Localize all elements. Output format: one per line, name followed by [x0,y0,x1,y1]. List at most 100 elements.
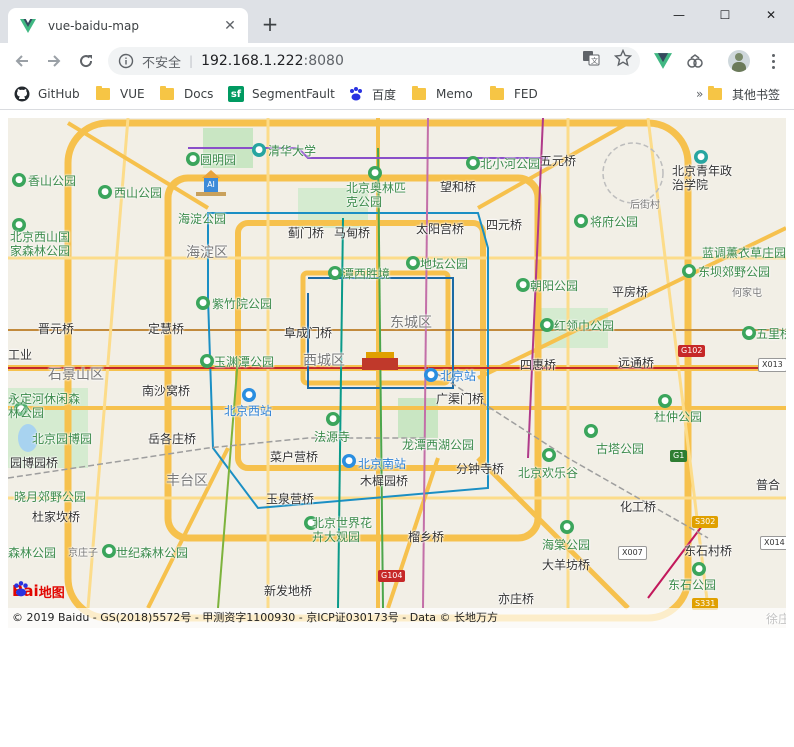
avatar[interactable] [728,50,750,72]
park-icon[interactable]: ● [12,173,26,187]
address-bar[interactable]: 不安全 | 192.168.1.222 :8080 [108,47,640,75]
place-label[interactable]: 东坝郊野公园 [698,263,770,280]
park-icon[interactable]: ● [516,278,530,292]
park-icon[interactable]: ● [328,266,342,280]
place-label[interactable]: 清华大学 [268,142,316,159]
place-label[interactable]: 五里桥 [756,325,786,342]
place-label[interactable]: 菜户营桥 [270,448,318,465]
place-label[interactable]: 北京南站 [358,455,406,472]
place-label[interactable]: 东石公园 [668,576,716,593]
place-label[interactable]: 北京站 [440,367,476,384]
place-label[interactable]: 岳各庄桥 [148,430,196,447]
place-label[interactable]: 北小河公园 [480,155,540,172]
park-icon[interactable]: ● [466,156,480,170]
tab-close-button[interactable]: ✕ [220,16,240,36]
place-label[interactable]: 法源寺 [314,428,350,445]
menu-button[interactable] [768,52,778,70]
extension-icon[interactable] [686,52,704,70]
park-icon[interactable]: ● [574,214,588,228]
park-icon[interactable]: ● [540,318,554,332]
summer-palace-icon[interactable]: AI [196,170,226,198]
train-station-icon[interactable]: ● [242,388,256,402]
place-label[interactable]: 晋元桥 [38,320,74,337]
back-button[interactable] [10,49,34,73]
bookmark-baidu[interactable]: 百度 [348,84,396,104]
place-label[interactable]: 世纪森林公园 [116,544,188,561]
place-label[interactable]: 五元桥 [540,152,576,169]
window-close-button[interactable]: ✕ [748,0,794,30]
reload-button[interactable] [74,49,98,73]
train-station-icon[interactable]: ● [342,454,356,468]
minimize-button[interactable]: — [656,0,702,30]
place-label[interactable]: 南沙窝桥 [142,382,190,399]
place-label[interactable]: 北京奥林匹克公园 [346,181,416,209]
place-label[interactable]: 红领巾公园 [554,317,614,334]
place-label[interactable]: 北京园博园 [32,430,92,447]
place-label[interactable]: 分钟寺桥 [456,460,504,477]
park-icon[interactable]: ● [542,448,556,462]
place-label[interactable]: 工业 [8,346,32,363]
park-icon[interactable]: ● [368,166,382,180]
place-label[interactable]: 远通桥 [618,354,654,371]
place-label[interactable]: 海棠公园 [542,536,590,553]
info-icon[interactable] [118,53,134,69]
bookmark-fed[interactable]: FED [490,84,538,104]
place-label[interactable]: 新发地桥 [264,582,312,599]
place-label[interactable]: 将府公园 [590,213,638,230]
baidu-map[interactable]: 海淀区 东城区 西城区 石景山区 丰台区 ● 清华大学 ● 圆明园 ● 香山公园… [8,118,786,628]
place-label[interactable]: 香山公园 [28,172,76,189]
park-icon[interactable]: ● [682,264,696,278]
place-label[interactable]: 北京西站 [224,402,272,419]
place-label[interactable]: 永定河休闲森林公园 [8,392,80,420]
place-label[interactable]: 潭西胜境 [342,265,390,282]
place-label[interactable]: 蓝调薰衣草庄园 [702,244,786,261]
place-label[interactable]: 地坛公园 [420,255,468,272]
place-label[interactable]: 玉渊潭公园 [214,353,274,370]
place-label[interactable]: 阜成门桥 [284,324,332,341]
place-label[interactable]: 广渠门桥 [436,390,484,407]
translate-icon[interactable]: 文 [582,49,600,67]
baidu-map-logo[interactable]: Bai 地图 [12,580,65,602]
train-station-icon[interactable]: ● [424,368,438,382]
forward-button[interactable] [42,49,66,73]
park-icon[interactable]: ● [186,152,200,166]
place-label[interactable]: 木樨园桥 [360,472,408,489]
place-label[interactable]: 北京世界花卉大观园 [312,516,382,544]
tiananmen-icon[interactable] [362,352,398,372]
park-icon[interactable]: ● [326,412,340,426]
place-label[interactable]: 北京西山国家森林公园 [10,230,80,258]
bookmark-github[interactable]: GitHub [14,84,80,104]
place-label[interactable]: 榴乡桥 [408,528,444,545]
place-label[interactable]: 东石村桥 [684,542,732,559]
park-icon[interactable]: ● [692,562,706,576]
park-icon[interactable]: ● [200,354,214,368]
place-label[interactable]: 北京青年政治学院 [672,164,732,192]
park-icon[interactable]: ● [196,296,210,310]
place-label[interactable]: 西山公园 [114,184,162,201]
place-label[interactable]: 四惠桥 [520,356,556,373]
place-label[interactable]: 龙潭西湖公园 [402,436,474,453]
place-label[interactable]: 森林公园 [8,544,56,561]
place-label[interactable]: 杜仲公园 [654,408,702,425]
bookmark-memo[interactable]: Memo [412,84,473,104]
place-label[interactable]: 紫竹院公园 [212,295,272,312]
place-label[interactable]: 圆明园 [200,151,236,168]
park-icon[interactable]: ● [742,326,756,340]
place-label[interactable]: 古塔公园 [596,440,644,457]
park-icon[interactable]: ● [102,544,116,558]
maximize-button[interactable]: ☐ [702,0,748,30]
park-icon[interactable]: ● [584,424,598,438]
place-label[interactable]: 大羊坊桥 [542,556,590,573]
place-label[interactable]: 望和桥 [440,178,476,195]
star-icon[interactable] [614,49,632,67]
place-label[interactable]: 蓟门桥 [288,224,324,241]
park-icon[interactable]: ● [98,185,112,199]
place-label[interactable]: 北京欢乐谷 [518,464,578,481]
bookmark-vue[interactable]: VUE [96,84,145,104]
bookmarks-overflow-chevron-icon[interactable]: » [696,87,703,101]
place-label[interactable]: 晓月郊野公园 [14,488,86,505]
place-label[interactable]: 普合 [756,476,780,493]
place-label[interactable]: 亦庄桥 [498,590,534,607]
place-label[interactable]: 玉泉营桥 [266,490,314,507]
browser-tab[interactable]: vue-baidu-map ✕ [8,8,248,43]
